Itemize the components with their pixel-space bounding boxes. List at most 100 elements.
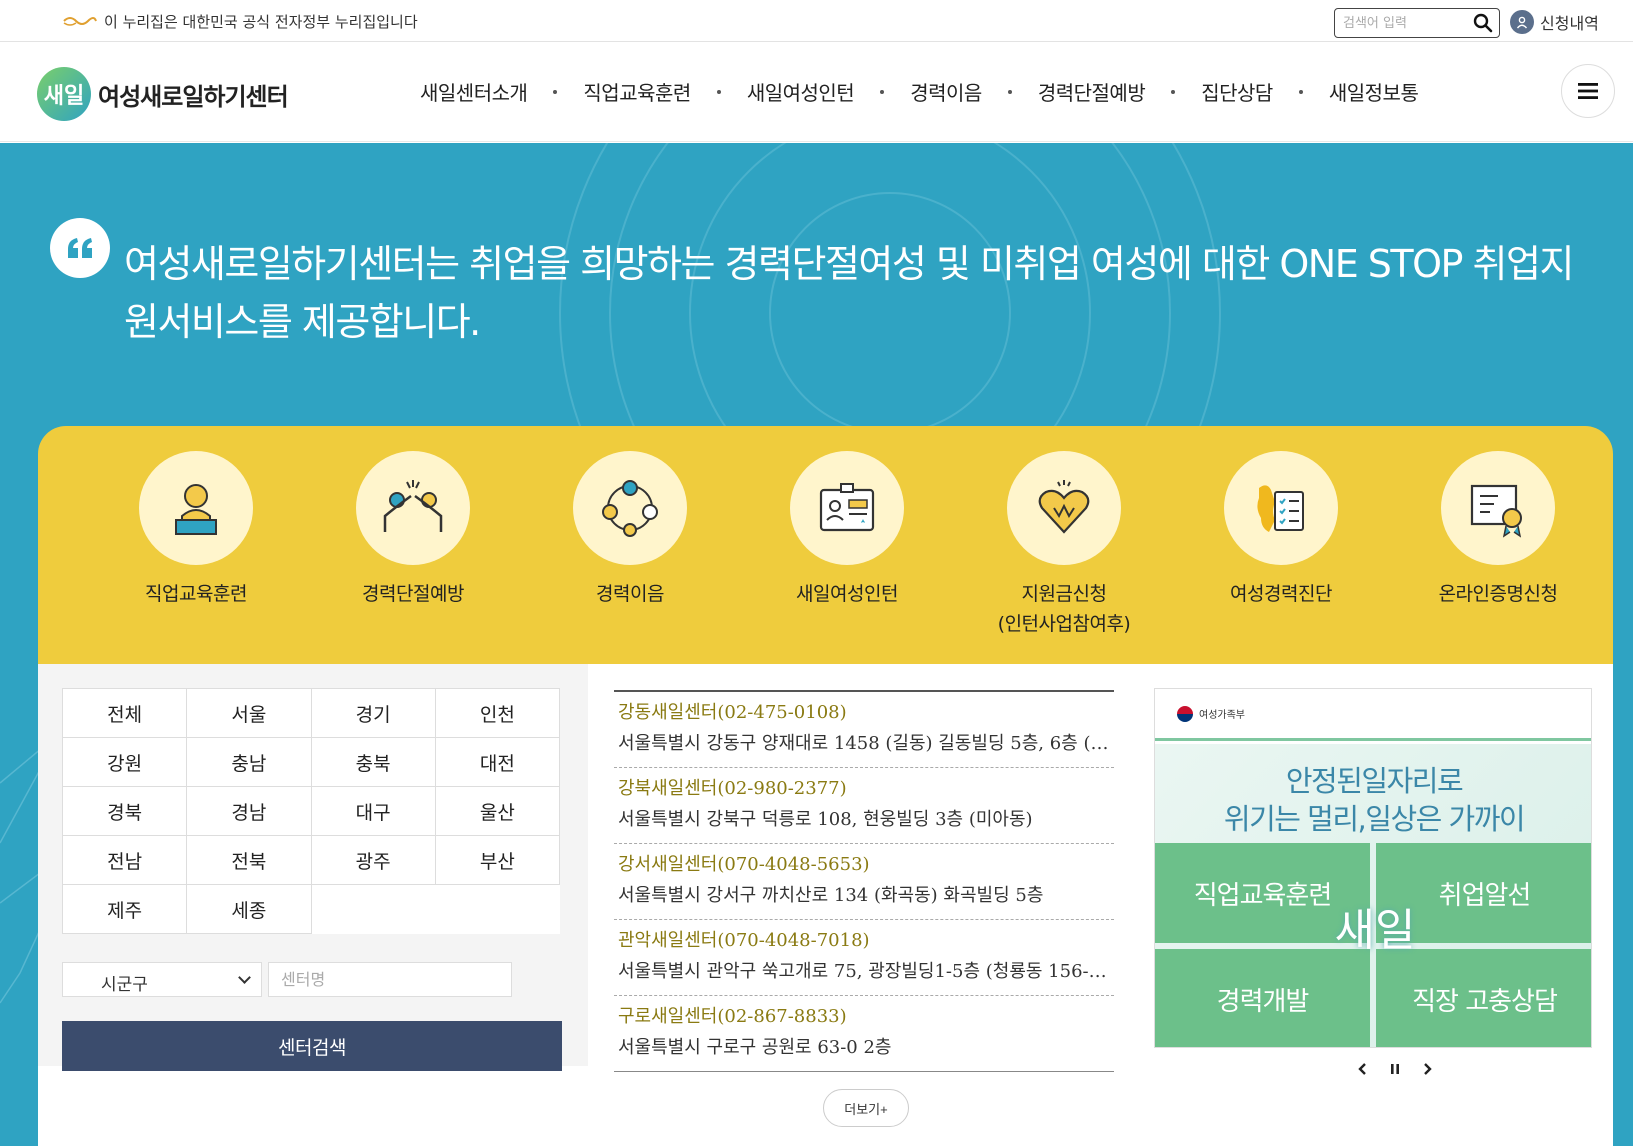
menu-button[interactable] — [1561, 64, 1615, 118]
gov-mark-icon — [63, 17, 97, 26]
nav-item-group-counsel[interactable]: 집단상담 — [1201, 77, 1273, 106]
heart-coin-icon — [1007, 451, 1121, 565]
nav-separator — [880, 89, 885, 94]
banner-controls — [1356, 1062, 1434, 1076]
user-icon — [1510, 10, 1534, 34]
chevron-left-icon[interactable] — [1356, 1062, 1370, 1076]
gov-banner-text: 이 누리집은 대한민국 공식 전자정부 누리집입니다 — [104, 13, 418, 31]
region-empty-cell — [435, 885, 559, 934]
center-name[interactable]: 강동새일센터(02-475-0108) — [618, 698, 1114, 727]
district-select[interactable]: 시군구 — [62, 962, 262, 997]
instructor-icon — [139, 451, 253, 565]
nav-separator — [1007, 89, 1012, 94]
chevron-right-icon[interactable] — [1420, 1062, 1434, 1076]
quick-item-intern[interactable]: 새일여성인턴 — [747, 451, 947, 609]
search-icon[interactable] — [1473, 13, 1493, 33]
region-daegu[interactable]: 대구 — [310, 786, 436, 836]
quick-item-label: 직업교육훈련 — [145, 583, 247, 605]
map-checklist-icon — [1224, 451, 1338, 565]
region-sejong[interactable]: 세종 — [186, 884, 312, 934]
list-item[interactable]: 강북새일센터(02-980-2377) 서울특별시 강북구 덕릉로 108, 현… — [614, 768, 1114, 844]
region-gwangju[interactable]: 광주 — [310, 835, 436, 885]
top-search-input[interactable] — [1343, 13, 1467, 33]
quick-item-label: 여성경력진단 — [1230, 583, 1332, 605]
region-gyeonggi[interactable]: 경기 — [310, 688, 436, 738]
content-area: 전체 서울 경기 인천 강원 충남 충북 대전 경북 경남 대구 울산 전남 전… — [38, 664, 1613, 1146]
quick-item-label: 경력이음 — [596, 583, 664, 605]
region-all[interactable]: 전체 — [61, 688, 188, 738]
nav-separator — [1298, 89, 1303, 94]
nav-item-intern[interactable]: 새일여성인턴 — [747, 77, 855, 106]
nav-item-prevention[interactable]: 경력단절예방 — [1038, 77, 1146, 106]
center-name[interactable]: 관악새일센터(070-4048-7018) — [618, 926, 1114, 955]
nav-item-training[interactable]: 직업교육훈련 — [583, 77, 691, 106]
banner-headline-line: 안정된일자리로 — [1285, 764, 1464, 798]
quick-item-label: 새일여성인턴 — [796, 583, 898, 605]
center-name[interactable]: 구로새일센터(02-867-8833) — [618, 1002, 1114, 1031]
center-list: 강동새일센터(02-475-0108) 서울특별시 강동구 양재대로 1458 … — [614, 690, 1114, 1072]
banner-headline-line: 위기는 멀리,일상은 가까이 — [1223, 802, 1526, 836]
promo-banner[interactable]: 여성가족부 안정된일자리로 위기는 멀리,일상은 가까이 직업교육훈련 취업알선… — [1154, 688, 1592, 1048]
center-search-panel: 전체 서울 경기 인천 강원 충남 충북 대전 경북 경남 대구 울산 전남 전… — [38, 664, 588, 1071]
more-button[interactable]: 더보기+ — [823, 1089, 909, 1127]
main-navigation: 새일센터소개 직업교육훈련 새일여성인턴 경력이음 경력단절예방 집단상담 새일… — [420, 77, 1419, 106]
site-header: 새일 여성새로일하기센터 새일센터소개 직업교육훈련 새일여성인턴 경력이음 경… — [0, 42, 1633, 142]
hero-section: 여성새로일하기센터는 취업을 희망하는 경력단절여성 및 미취업 여성에 대한 … — [0, 143, 1633, 1146]
list-item[interactable]: 관악새일센터(070-4048-7018) 서울특별시 관악구 쑥고개로 75,… — [614, 920, 1114, 996]
region-seoul[interactable]: 서울 — [186, 688, 312, 738]
region-gyeongnam[interactable]: 경남 — [186, 786, 312, 836]
quick-menu: 직업교육훈련 경력단절예방 경력이음 새일여성인턴 지원금신청 (인턴사업참여후… — [38, 426, 1613, 664]
list-item[interactable]: 강동새일센터(02-475-0108) 서울특별시 강동구 양재대로 1458 … — [614, 692, 1114, 768]
pause-icon[interactable] — [1388, 1062, 1402, 1076]
quick-item-certificate[interactable]: 온라인증명신청 — [1398, 451, 1598, 609]
logo-text: 여성새로일하기센터 — [98, 82, 289, 111]
center-name[interactable]: 강서새일센터(070-4048-5653) — [618, 850, 1114, 879]
nav-separator — [716, 89, 721, 94]
quote-icon — [50, 218, 110, 278]
ministry-name: 여성가족부 — [1199, 710, 1245, 721]
apply-history-link[interactable]: 신청내역 — [1510, 9, 1599, 35]
quick-item-career-link[interactable]: 경력이음 — [530, 451, 730, 609]
district-select-value: 시군구 — [101, 975, 148, 995]
center-name[interactable]: 강북새일센터(02-980-2377) — [618, 774, 1114, 803]
banner-tile-career: 경력개발 — [1155, 949, 1370, 1047]
center-search-button[interactable]: 센터검색 — [62, 1021, 562, 1071]
center-address: 서울특별시 강북구 덕릉로 108, 현웅빌딩 3층 (미아동) — [618, 809, 1033, 830]
quick-item-prevention[interactable]: 경력단절예방 — [313, 451, 513, 609]
nav-separator — [1171, 89, 1176, 94]
region-jeonbuk[interactable]: 전북 — [186, 835, 312, 885]
hero-message: 여성새로일하기센터는 취업을 희망하는 경력단절여성 및 미취업 여성에 대한 … — [124, 242, 1574, 344]
banner-logo-mark: 새일 — [1334, 905, 1416, 956]
region-chungnam[interactable]: 충남 — [186, 737, 312, 787]
quick-item-diagnosis[interactable]: 여성경력진단 — [1181, 451, 1381, 609]
region-chungbuk[interactable]: 충북 — [310, 737, 436, 787]
nav-item-intro[interactable]: 새일센터소개 — [420, 77, 528, 106]
region-grid: 전체 서울 경기 인천 강원 충남 충북 대전 경북 경남 대구 울산 전남 전… — [61, 688, 561, 934]
region-gangwon[interactable]: 강원 — [61, 737, 188, 787]
quick-item-subsidy[interactable]: 지원금신청 (인턴사업참여후) — [964, 451, 1164, 639]
high-five-icon — [356, 451, 470, 565]
region-jeonnam[interactable]: 전남 — [61, 835, 188, 885]
banner-headline: 안정된일자리로 위기는 멀리,일상은 가까이 — [1155, 762, 1591, 838]
quick-item-label: 경력단절예방 — [362, 583, 464, 605]
gov-banner: 이 누리집은 대한민국 공식 전자정부 누리집입니다 신청내역 — [0, 0, 1633, 42]
quick-item-training[interactable]: 직업교육훈련 — [96, 451, 296, 609]
nav-item-info[interactable]: 새일정보통 — [1329, 77, 1419, 106]
region-daejeon[interactable]: 대전 — [434, 737, 561, 787]
region-busan[interactable]: 부산 — [434, 835, 561, 885]
people-circle-icon — [573, 451, 687, 565]
banner-body: 안정된일자리로 위기는 멀리,일상은 가까이 직업교육훈련 취업알선 경력개발 … — [1155, 744, 1591, 1047]
region-jeju[interactable]: 제주 — [61, 884, 188, 934]
chevron-down-icon — [238, 971, 251, 984]
nav-item-career-link[interactable]: 경력이음 — [910, 77, 982, 106]
nav-separator — [553, 89, 558, 94]
list-item[interactable]: 강서새일센터(070-4048-5653) 서울특별시 강서구 까치산로 134… — [614, 844, 1114, 920]
center-name-input[interactable] — [268, 962, 512, 997]
site-logo[interactable]: 새일 여성새로일하기센터 — [36, 66, 289, 122]
list-item[interactable]: 구로새일센터(02-867-8833) 서울특별시 구로구 공원로 63-0 2… — [614, 996, 1114, 1072]
region-incheon[interactable]: 인천 — [434, 688, 561, 738]
region-ulsan[interactable]: 울산 — [434, 786, 561, 836]
region-gyeongbuk[interactable]: 경북 — [61, 786, 188, 836]
banner-tile-counsel: 직장 고충상담 — [1376, 949, 1591, 1047]
center-address: 서울특별시 구로구 공원로 63-0 2층 — [618, 1037, 892, 1058]
